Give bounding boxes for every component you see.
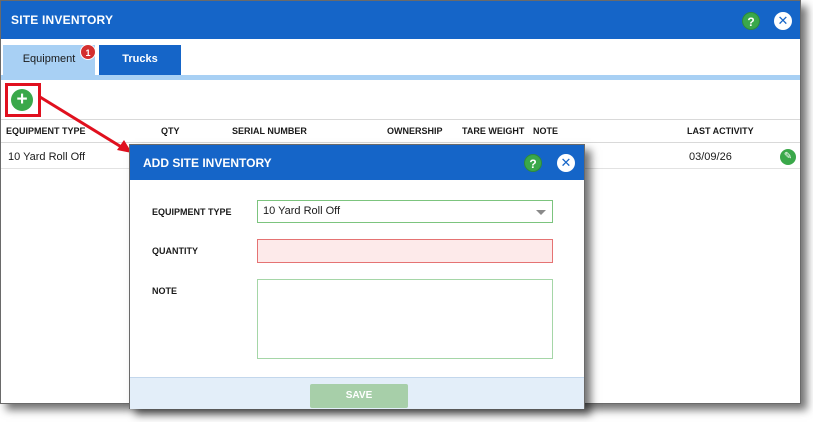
edit-icon[interactable]: ✎: [780, 149, 796, 165]
help-icon[interactable]: ?: [742, 12, 760, 30]
close-icon[interactable]: ✕: [774, 12, 792, 30]
add-icon[interactable]: +: [11, 89, 33, 111]
column-header-last-activity[interactable]: LAST ACTIVITY: [687, 126, 754, 136]
dialog-footer: SAVE: [130, 377, 584, 409]
column-header-note[interactable]: NOTE: [533, 126, 558, 136]
tab-trucks-label: Trucks: [122, 53, 158, 65]
equipment-type-select[interactable]: 10 Yard Roll Off: [257, 200, 553, 223]
toolbar-divider: [1, 119, 800, 120]
tab-underline: [1, 75, 800, 80]
quantity-label: QUANTITY: [152, 246, 198, 256]
column-header-tare-weight[interactable]: TARE WEIGHT: [462, 126, 524, 136]
column-header-qty[interactable]: QTY: [161, 126, 180, 136]
window-titlebar: SITE INVENTORY ? ✕: [1, 1, 800, 39]
chevron-down-icon: [536, 210, 546, 215]
tab-equipment-label: Equipment: [22, 53, 76, 65]
dialog-close-icon[interactable]: ✕: [557, 154, 575, 172]
column-header-ownership[interactable]: OWNERSHIP: [387, 126, 443, 136]
note-label: NOTE: [152, 286, 178, 296]
column-header-equipment-type[interactable]: EQUIPMENT TYPE: [6, 126, 86, 136]
note-textarea[interactable]: [257, 279, 553, 359]
tab-equipment-badge: 1: [80, 44, 96, 60]
header-rule: [1, 142, 800, 143]
cell-last-activity: 03/09/26: [689, 151, 732, 163]
quantity-input[interactable]: [257, 239, 553, 263]
equipment-type-value: 10 Yard Roll Off: [263, 205, 341, 217]
add-site-inventory-dialog: ADD SITE INVENTORY ? ✕ EQUIPMENT TYPE 10…: [129, 144, 585, 409]
tab-trucks[interactable]: Trucks: [99, 45, 181, 77]
dialog-titlebar: ADD SITE INVENTORY ? ✕: [130, 145, 584, 180]
dialog-help-icon[interactable]: ?: [524, 154, 542, 172]
column-header-serial-number[interactable]: SERIAL NUMBER: [232, 126, 307, 136]
dialog-title: ADD SITE INVENTORY: [143, 156, 272, 170]
equipment-type-label: EQUIPMENT TYPE: [152, 207, 232, 217]
window-title: SITE INVENTORY: [11, 13, 114, 27]
cell-equipment-type: 10 Yard Roll Off: [8, 151, 86, 163]
save-button[interactable]: SAVE: [310, 384, 408, 408]
